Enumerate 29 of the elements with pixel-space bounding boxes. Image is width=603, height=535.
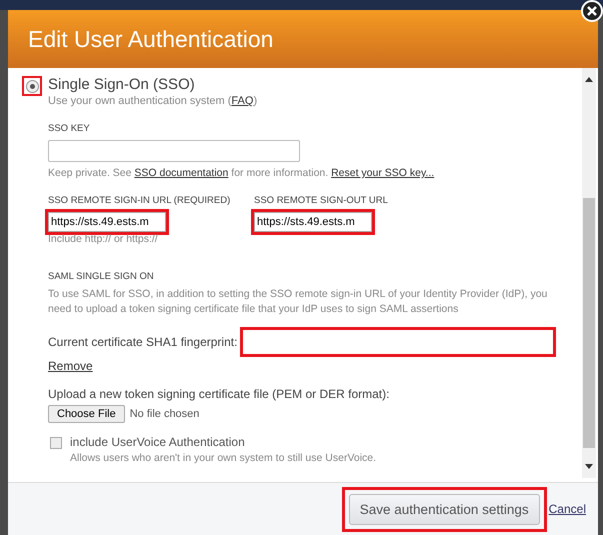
choose-file-button[interactable]: Choose File [48, 405, 125, 423]
file-status: No file chosen [130, 408, 200, 420]
faq-link[interactable]: FAQ [231, 95, 254, 107]
close-icon[interactable] [581, 0, 603, 22]
url-field-label: SSO REMOTE SIGN-IN URL (REQUIRED) [48, 195, 232, 206]
saml-heading: SAML SINGLE SIGN ON [48, 271, 155, 282]
uservoice-checkbox[interactable] [50, 437, 62, 449]
sso-key-label: SSO KEY [48, 123, 91, 134]
url-field-label: SSO REMOTE SIGN-OUT URL [254, 195, 388, 206]
scrollbar-drawing[interactable] [582, 68, 596, 478]
sso-description: Use your own authentication system (FAQ) [48, 95, 258, 107]
url-field[interactable]: https://sts.49.ests.m [251, 209, 375, 235]
sso-key-hint: Keep private. See SSO documentation for more information. Reset your SSO key... [48, 167, 436, 179]
reset-sso-key-link[interactable]: Reset your SSO key... [331, 167, 434, 179]
remove-link[interactable]: Remove [48, 359, 93, 373]
fingerprint-label: Current certificate SHA1 fingerprint: [48, 335, 238, 349]
sso-radio[interactable] [22, 76, 42, 96]
dialog-title: Edit User Authentication [28, 26, 274, 52]
saml-description: To use SAML for SSO, in addition to setting the SSO remote sign-in URL of your Identity Provider (IdP), you need to upload a token signing certificate file that your IdP uses to sign SAML assertions [48, 287, 548, 317]
url-hint: Include http:// or https:// [48, 233, 159, 245]
uservoice-label: include UserVoice Authentication [70, 435, 246, 449]
upload-label: Upload a new token signing certificate file (PEM or DER format): [48, 387, 390, 401]
sso-key-field[interactable] [48, 140, 300, 162]
save-settings-button[interactable]: Save authentication settings [348, 494, 540, 524]
url-field[interactable]: https://sts.49.ests.m [45, 209, 169, 235]
uservoice-description: Allows users who aren't in your own system to still use UserVoice. [70, 452, 376, 464]
sso-documentation-link[interactable]: SSO documentation [134, 167, 228, 179]
sso-option-label: Single Sign-On (SSO) [48, 76, 196, 93]
cancel-link[interactable]: Cancel [548, 502, 586, 516]
